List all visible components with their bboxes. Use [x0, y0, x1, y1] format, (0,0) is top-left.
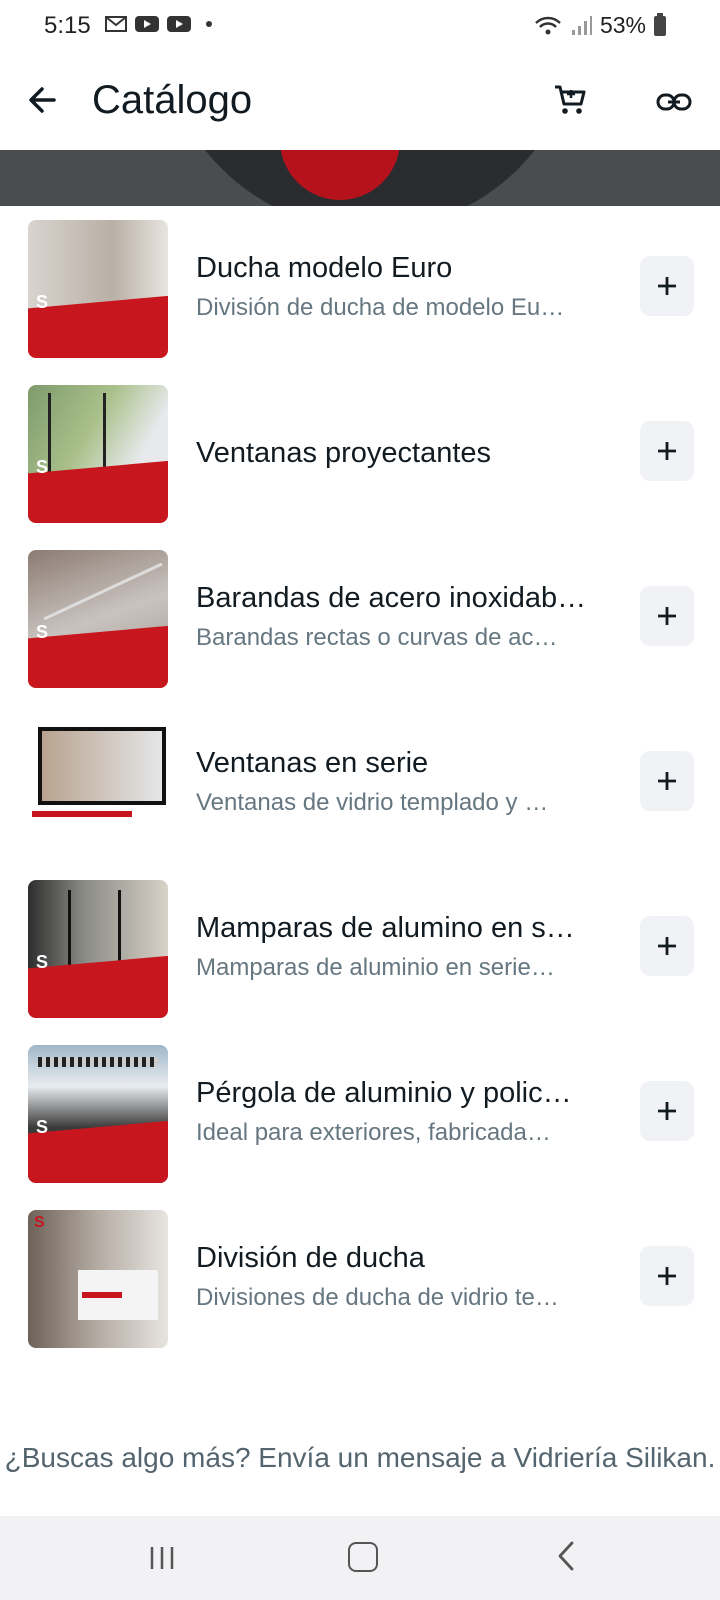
page-title: Catálogo — [92, 78, 253, 122]
cart-icon[interactable] — [552, 82, 588, 118]
list-item[interactable]: S Pérgola de aluminio y polic… Ideal par… — [0, 1031, 720, 1199]
add-to-cart-button[interactable] — [640, 916, 694, 976]
plus-icon — [658, 937, 676, 955]
product-title: Pérgola de aluminio y polic… — [196, 1077, 572, 1109]
product-title: Ventanas en serie — [196, 747, 429, 779]
plus-icon — [658, 772, 676, 790]
product-thumbnail: S — [28, 550, 168, 688]
signal-icon — [571, 15, 592, 35]
product-subtitle: Mamparas de aluminio en serie… — [196, 954, 555, 981]
notification-icons — [104, 14, 212, 34]
battery-percent: 53% — [599, 12, 646, 38]
add-to-cart-button[interactable] — [640, 1081, 694, 1141]
nav-back-icon[interactable] — [554, 1540, 578, 1572]
product-subtitle: Divisiones de ducha de vidrio te… — [196, 1284, 559, 1311]
add-to-cart-button[interactable] — [640, 1246, 694, 1306]
plus-icon — [658, 1102, 676, 1120]
youtube-icon — [167, 16, 191, 32]
system-navigation-bar — [0, 1516, 720, 1600]
product-title: División de ducha — [196, 1242, 425, 1274]
product-thumbnail — [28, 715, 168, 853]
product-title: Ducha modelo Euro — [196, 252, 453, 284]
product-subtitle: Ideal para exteriores, fabricada… — [196, 1119, 551, 1146]
add-to-cart-button[interactable] — [640, 751, 694, 811]
list-item[interactable]: S Mamparas de alumino en s… Mamparas de … — [0, 866, 720, 1034]
gmail-icon — [105, 16, 127, 32]
recent-apps-icon[interactable] — [148, 1544, 176, 1572]
plus-icon — [658, 442, 676, 460]
product-subtitle: División de ducha de modelo Eu… — [196, 294, 565, 321]
product-title: Mamparas de alumino en s… — [196, 912, 575, 944]
plus-icon — [658, 1267, 676, 1285]
youtube-icon — [135, 16, 159, 32]
wifi-icon — [535, 16, 561, 34]
product-thumbnail: S — [28, 220, 168, 358]
product-subtitle: Ventanas de vidrio templado y … — [196, 789, 549, 816]
product-title: Ventanas proyectantes — [196, 437, 492, 469]
status-right: 53% — [534, 12, 666, 39]
list-item[interactable]: Ventanas en serie Ventanas de vidrio tem… — [0, 701, 720, 869]
contact-business-link[interactable]: ¿Buscas algo más? Envía un mensaje a Vid… — [0, 1440, 720, 1476]
app-bar: Catálogo — [0, 52, 720, 150]
dot-icon — [206, 21, 212, 27]
product-thumbnail: S — [28, 880, 168, 1018]
product-thumbnail: S — [28, 1210, 168, 1348]
link-icon[interactable] — [656, 84, 692, 120]
list-item[interactable]: S Ventanas proyectantes — [0, 371, 720, 539]
plus-icon — [658, 277, 676, 295]
add-to-cart-button[interactable] — [640, 586, 694, 646]
back-arrow-icon[interactable] — [22, 80, 62, 120]
product-thumbnail: S — [28, 385, 168, 523]
list-item[interactable]: S División de ducha Divisiones de ducha … — [0, 1196, 720, 1364]
status-bar: 5:15 53% — [0, 0, 720, 52]
list-item[interactable]: S Barandas de acero inoxidab… Barandas r… — [0, 536, 720, 704]
plus-icon — [658, 607, 676, 625]
status-time: 5:15 — [44, 12, 91, 39]
battery-icon — [654, 12, 666, 36]
product-title: Barandas de acero inoxidab… — [196, 582, 587, 614]
product-subtitle: Barandas rectas o curvas de ac… — [196, 624, 558, 651]
list-item[interactable]: S Ducha modelo Euro División de ducha de… — [0, 206, 720, 374]
add-to-cart-button[interactable] — [640, 421, 694, 481]
home-icon[interactable] — [348, 1542, 378, 1572]
catalog-banner — [0, 150, 720, 206]
product-thumbnail: S — [28, 1045, 168, 1183]
add-to-cart-button[interactable] — [640, 256, 694, 316]
